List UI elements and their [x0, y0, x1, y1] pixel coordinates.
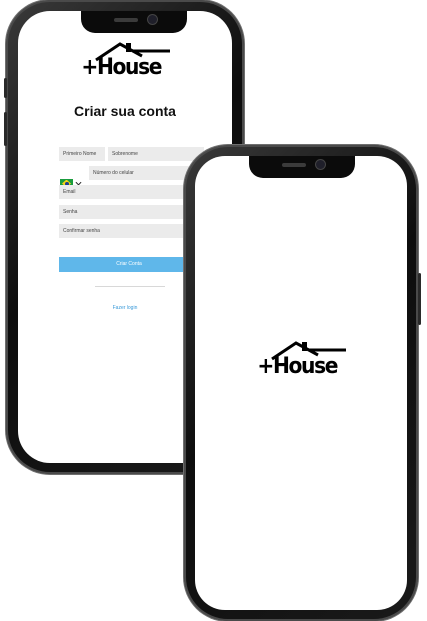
- signup-title: Criar sua conta: [74, 103, 176, 119]
- phone-notch: [249, 156, 355, 178]
- logo-wordmark: +House: [257, 354, 338, 379]
- password-field[interactable]: Senha: [59, 205, 204, 219]
- volume-up-button: [4, 112, 7, 146]
- divider: [95, 286, 165, 287]
- front-camera-icon: [148, 15, 157, 24]
- phone-notch: [81, 11, 187, 33]
- silent-switch: [4, 78, 7, 98]
- splash-screen: +House: [195, 156, 407, 610]
- create-account-button[interactable]: Criar Conta: [59, 257, 199, 272]
- splash-logo: +House: [254, 340, 348, 380]
- speaker-grille: [114, 18, 138, 22]
- brand-logo: +House: [78, 41, 172, 81]
- front-camera-icon: [316, 160, 325, 169]
- email-field[interactable]: Email: [59, 185, 204, 199]
- mockup-scene: +House Criar sua conta Primeiro Nome Sob…: [0, 0, 427, 621]
- speaker-grille: [282, 163, 306, 167]
- last-name-field[interactable]: Sobrenome: [108, 147, 204, 161]
- logo-wordmark: +House: [81, 55, 162, 80]
- confirm-password-field[interactable]: Confirmar senha: [59, 224, 204, 238]
- phone-frame-splash: +House: [184, 145, 421, 621]
- power-button: [418, 273, 421, 325]
- first-name-field[interactable]: Primeiro Nome: [59, 147, 105, 161]
